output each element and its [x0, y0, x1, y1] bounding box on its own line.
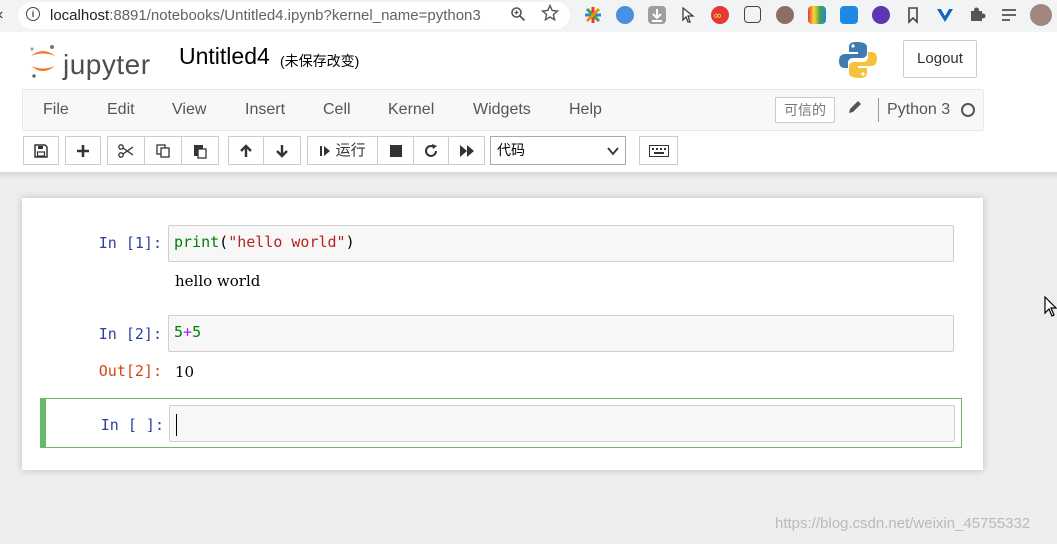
notebook-container: In [1]: print("hello world") hello world…	[22, 198, 983, 470]
menu-cell[interactable]: Cell	[323, 101, 351, 119]
code-number: 5	[192, 323, 202, 341]
browser-toolbar: ‹ i localhost:8891/notebooks/Untitled4.i…	[0, 0, 1057, 32]
fast-forward-icon	[459, 145, 474, 158]
extension-colors-icon[interactable]	[808, 6, 826, 24]
zoom-icon[interactable]	[510, 6, 526, 26]
extension-edit-icon[interactable]	[744, 6, 761, 23]
menu-view[interactable]: View	[172, 101, 206, 119]
notebook-title[interactable]: Untitled4	[179, 43, 270, 70]
cut-button[interactable]	[107, 136, 145, 165]
url-path: :8891/notebooks/Untitled4.ipynb?kernel_n…	[109, 7, 481, 24]
code-builtin: print	[174, 233, 220, 251]
copy-icon	[156, 144, 170, 158]
kernel-separator	[878, 98, 879, 122]
menu-edit[interactable]: Edit	[107, 101, 135, 119]
site-info-icon[interactable]: i	[26, 7, 40, 21]
menu-insert[interactable]: Insert	[245, 101, 285, 119]
run-icon	[320, 146, 331, 157]
menu-file[interactable]: File	[43, 101, 69, 119]
cell-3-input[interactable]	[169, 405, 955, 442]
cell-type-value: 代码	[497, 142, 525, 158]
save-icon	[34, 144, 48, 158]
profile-avatar-icon[interactable]	[1030, 4, 1052, 26]
restart-run-all-button[interactable]	[448, 136, 485, 165]
stop-icon	[389, 145, 402, 158]
jupyter-logo-icon	[30, 45, 55, 78]
kernel-name[interactable]: Python 3	[887, 101, 950, 119]
move-up-button[interactable]	[228, 136, 264, 165]
extension-asterisk-icon[interactable]	[584, 6, 602, 24]
save-status: (未保存改变)	[280, 53, 360, 69]
address-bar[interactable]: i localhost:8891/notebooks/Untitled4.ipy…	[18, 2, 570, 29]
logout-button[interactable]: Logout	[903, 40, 977, 78]
cell-2-input[interactable]: 5+5	[168, 315, 954, 352]
extension-infinity-icon[interactable]: ∞	[711, 6, 729, 24]
paste-icon	[194, 145, 207, 159]
chevron-down-icon	[607, 137, 619, 166]
jupyter-logo-text: jupyter	[63, 49, 151, 80]
menu-help[interactable]: Help	[569, 101, 602, 119]
extension-vue-icon[interactable]	[936, 6, 954, 24]
extension-translate-icon[interactable]	[840, 6, 858, 24]
svg-text:∞: ∞	[713, 9, 722, 22]
cell-1-input[interactable]: print("hello world")	[168, 225, 954, 262]
extension-monkey-icon[interactable]	[776, 6, 794, 24]
paste-button[interactable]	[181, 136, 219, 165]
cell-2-in-prompt: In [2]:	[98, 325, 162, 343]
save-button[interactable]	[23, 136, 59, 165]
cell-1-in-prompt: In [1]:	[98, 234, 162, 252]
code-number: 5	[174, 323, 184, 341]
code-paren: (	[219, 233, 229, 251]
cell-2-output: 10	[175, 363, 195, 381]
menu-kernel[interactable]: Kernel	[388, 101, 434, 119]
kernel-idle-indicator-icon	[961, 103, 975, 117]
python-logo-icon	[839, 42, 877, 78]
cell-type-select[interactable]: 代码	[490, 136, 626, 165]
extension-download-icon[interactable]	[648, 6, 666, 24]
add-cell-icon	[77, 145, 89, 158]
extensions-puzzle-icon[interactable]	[968, 6, 986, 24]
back-icon[interactable]: ‹	[0, 6, 3, 24]
code-string: "hello world"	[228, 233, 346, 251]
insert-cell-button[interactable]	[65, 136, 101, 165]
extension-s-icon[interactable]	[872, 6, 890, 24]
keyboard-icon	[648, 145, 669, 158]
pencil-icon[interactable]	[847, 99, 863, 120]
cell-3-in-prompt: In [ ]:	[100, 416, 164, 434]
code-operator: +	[183, 323, 193, 341]
code-paren: )	[345, 233, 355, 251]
bookmark-star-icon[interactable]	[540, 3, 560, 27]
url-host: localhost	[50, 7, 110, 24]
move-up-icon	[240, 144, 252, 158]
run-label: 运行	[335, 142, 366, 159]
cell-3-selected[interactable]: In [ ]:	[40, 398, 962, 448]
reading-list-icon[interactable]	[1000, 6, 1018, 24]
text-cursor	[176, 414, 177, 436]
menu-widgets[interactable]: Widgets	[473, 101, 531, 119]
cut-icon	[118, 144, 134, 158]
extension-bookmark-icon[interactable]	[904, 6, 922, 24]
header-shadow	[0, 172, 1057, 180]
trusted-indicator[interactable]: 可信的	[775, 97, 835, 123]
menubar: File Edit View Insert Cell Kernel Widget…	[22, 89, 984, 131]
watermark: https://blog.csdn.net/weixin_45755332	[775, 515, 1031, 532]
move-down-icon	[276, 145, 288, 158]
jupyter-logo[interactable]: jupyter	[28, 41, 168, 81]
mouse-pointer-icon	[1044, 295, 1057, 323]
command-palette-button[interactable]	[639, 136, 678, 165]
cell-2-out-prompt: Out[2]:	[98, 362, 162, 380]
run-button[interactable]: 运行	[307, 136, 378, 165]
url-text[interactable]: localhost:8891/notebooks/Untitled4.ipynb…	[50, 7, 481, 24]
copy-button[interactable]	[144, 136, 182, 165]
interrupt-button[interactable]	[377, 136, 414, 165]
extension-cat-icon[interactable]	[616, 6, 634, 24]
restart-button[interactable]	[413, 136, 449, 165]
restart-icon	[425, 144, 437, 157]
extension-cursor-icon[interactable]	[679, 6, 697, 24]
cell-1-output: hello world	[175, 272, 261, 290]
move-down-button[interactable]	[263, 136, 301, 165]
